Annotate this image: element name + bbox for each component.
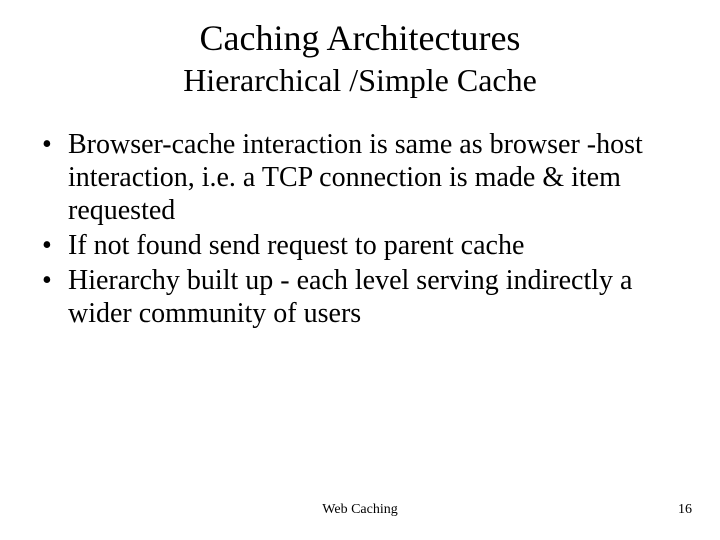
slide-subtitle: Hierarchical /Simple Cache — [0, 61, 720, 99]
list-item: If not found send request to parent cach… — [40, 229, 660, 262]
page-number: 16 — [678, 502, 692, 518]
footer-label: Web Caching — [0, 502, 720, 518]
list-item: Browser-cache interaction is same as bro… — [40, 128, 660, 227]
slide-title: Caching Architectures — [0, 0, 720, 59]
slide-body: Browser-cache interaction is same as bro… — [0, 128, 720, 330]
bullet-list: Browser-cache interaction is same as bro… — [40, 128, 660, 330]
list-item: Hierarchy built up - each level serving … — [40, 264, 660, 330]
slide: Caching Architectures Hierarchical /Simp… — [0, 0, 720, 540]
